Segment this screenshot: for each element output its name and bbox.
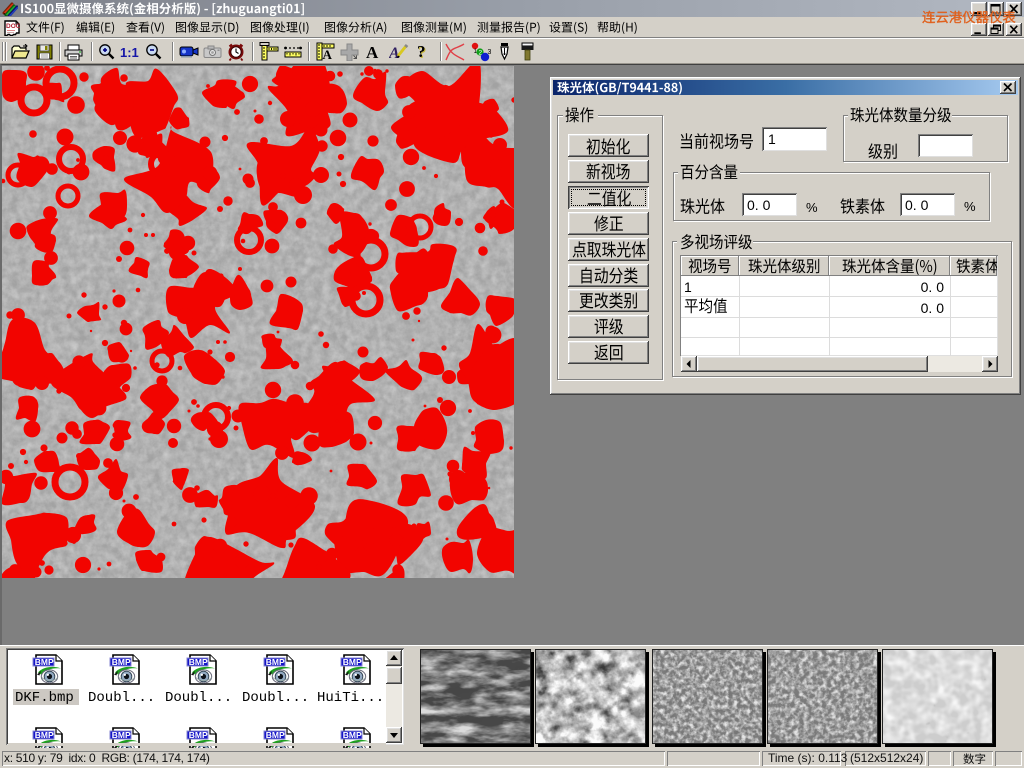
svg-text:BMP: BMP — [35, 657, 54, 667]
svg-text:A: A — [323, 47, 333, 61]
svg-text:BMP: BMP — [112, 730, 131, 740]
svg-text:BMP: BMP — [189, 730, 208, 740]
svg-text:BMP: BMP — [266, 730, 285, 740]
svg-text:3: 3 — [488, 49, 492, 56]
svg-text:A: A — [389, 45, 400, 61]
svg-text:BMP: BMP — [35, 730, 54, 740]
svg-text:BMP: BMP — [343, 657, 362, 667]
svg-text:BMP: BMP — [266, 657, 285, 667]
svg-text:BMP: BMP — [189, 657, 208, 667]
svg-text:BMP: BMP — [112, 657, 131, 667]
svg-text:DOC: DOC — [6, 23, 20, 30]
svg-text:BMP: BMP — [343, 730, 362, 740]
